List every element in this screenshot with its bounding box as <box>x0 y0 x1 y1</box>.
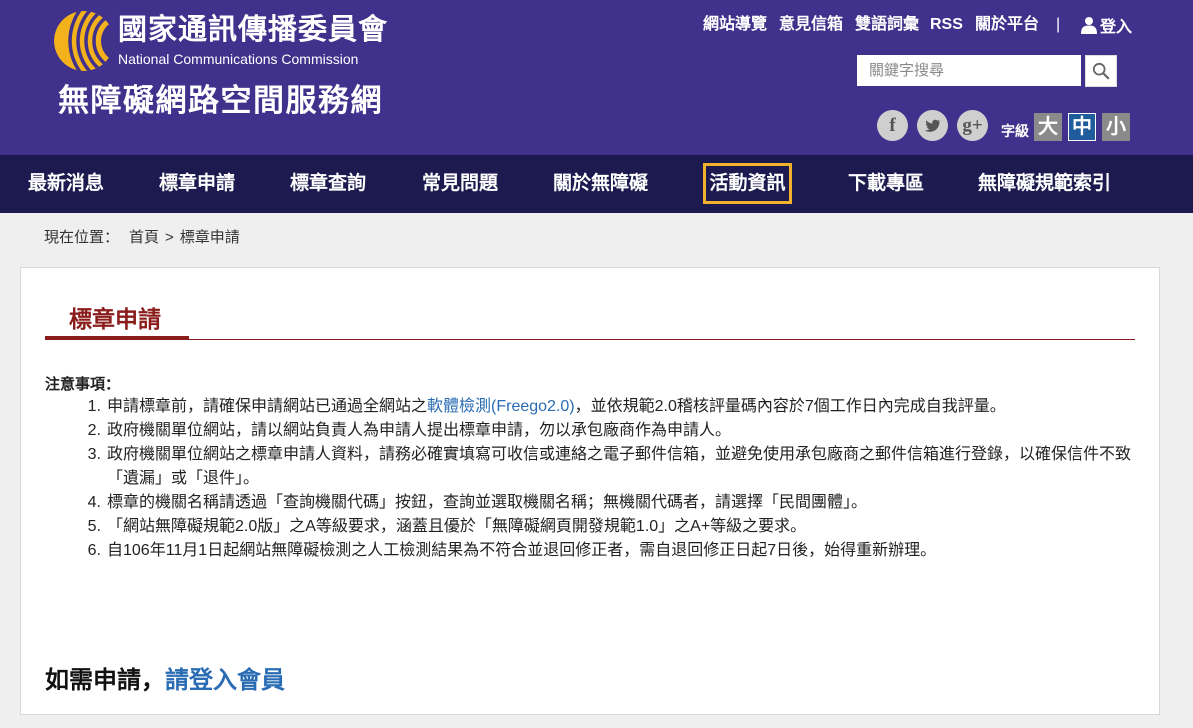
notice-number: 2. <box>87 422 101 439</box>
notice-item: 3. 政府機關單位網站之標章申請人資料，請務必確實填寫可收信或連絡之電子郵件信箱… <box>45 443 1145 491</box>
main-nav: 最新消息 標章申請 標章查詢 常見問題 關於無障礙 活動資訊 下載專區 無障礙規… <box>0 155 1193 213</box>
notice-text-after: ，並依規範2.0稽核評量碼內容於7個工作日內完成自我評量。 <box>574 398 1006 415</box>
ncc-logo-icon <box>54 11 114 71</box>
font-size-medium-button[interactable]: 中 <box>1068 113 1096 141</box>
login-link[interactable]: 登入 <box>1080 13 1132 37</box>
notice-text: 自106年11月1日起網站無障礙檢測之人工檢測結果為不符合並退回修正者，需自退回… <box>107 542 937 559</box>
breadcrumb-current: 標章申請 <box>179 229 240 246</box>
notice-item: 2. 政府機關單位網站，請以網站負責人為申請人提出標章申請，勿以承包廠商作為申請… <box>45 419 1145 443</box>
top-link-rss[interactable]: RSS <box>930 14 963 36</box>
notice-item: 5. 「網站無障礙規範2.0版」之A等級要求，涵蓋且優於「無障礙網頁開發規範1.… <box>45 515 1145 539</box>
notice-number: 3. <box>87 446 101 463</box>
main-content: 標章申請 注意事項： 1. 申請標章前，請確保申請網站已通過全網站之軟體檢測(F… <box>20 267 1160 715</box>
notice-number: 6. <box>87 542 101 559</box>
top-link-feedback[interactable]: 意見信箱 <box>779 14 843 36</box>
nav-item-badge-search[interactable]: 標章查詢 <box>290 155 366 213</box>
notice-text: 「網站無障礙規範2.0版」之A等級要求，涵蓋且優於「無障礙網頁開發規範1.0」之… <box>107 518 807 535</box>
top-link-separator: | <box>1056 16 1061 33</box>
notice-item: 6. 自106年11月1日起網站無障礙檢測之人工檢測結果為不符合並退回修正者，需… <box>45 539 1145 563</box>
font-size-large-button[interactable]: 大 <box>1034 113 1062 141</box>
twitter-icon <box>924 119 941 132</box>
title-underline <box>45 336 189 340</box>
notice-text: 標章的機關名稱請透過「查詢機關代碼」按鈕，查詢並選取機關名稱；無機關代碼者，請選… <box>107 494 868 511</box>
breadcrumb-prefix: 現在位置： <box>44 229 120 246</box>
breadcrumb-home-link[interactable]: 首頁 <box>129 228 159 248</box>
font-size-small-button[interactable]: 小 <box>1102 113 1130 141</box>
google-plus-icon: g+ <box>962 115 983 136</box>
notice-item: 4. 標章的機關名稱請透過「查詢機關代碼」按鈕，查詢並選取機關名稱；無機關代碼者… <box>45 491 1145 515</box>
freego-link[interactable]: 軟體檢測(Freego2.0) <box>427 398 575 415</box>
notice-item: 1. 申請標章前，請確保申請網站已通過全網站之軟體檢測(Freego2.0)，並… <box>45 395 1145 419</box>
notice-text-before: 申請標章前，請確保申請網站已通過全網站之 <box>107 398 428 415</box>
notice-heading: 注意事項： <box>45 376 121 393</box>
apply-text: 如需申請， <box>45 667 165 694</box>
org-name-en: National Communications Commission <box>118 51 359 67</box>
notice-text: 政府機關單位網站，請以網站負責人為申請人提出標章申請，勿以承包廠商作為申請人。 <box>107 422 732 439</box>
member-login-link[interactable]: 請登入會員 <box>165 667 285 694</box>
top-link-sitemap[interactable]: 網站導覽 <box>703 14 767 36</box>
twitter-link[interactable] <box>917 110 948 141</box>
login-label: 登入 <box>1100 19 1133 36</box>
nav-item-faq[interactable]: 常見問題 <box>422 155 498 213</box>
site-header: 國家通訊傳播委員會 National Communications Commis… <box>0 0 1193 155</box>
google-plus-link[interactable]: g+ <box>957 110 988 141</box>
notice-text: 政府機關單位網站之標章申請人資料，請務必確實填寫可收信或連絡之電子郵件信箱，並避… <box>107 446 1132 487</box>
nav-item-events[interactable]: 活動資訊 <box>703 163 792 204</box>
search-button[interactable] <box>1085 55 1117 87</box>
user-icon <box>1081 17 1097 34</box>
nav-item-guideline-index[interactable]: 無障礙規範索引 <box>978 155 1111 213</box>
nav-item-about-accessibility[interactable]: 關於無障礙 <box>553 155 648 213</box>
org-name-zh: 國家通訊傳播委員會 <box>118 14 389 46</box>
home-logo-link[interactable]: 國家通訊傳播委員會 National Communications Commis… <box>0 0 400 130</box>
nav-item-badge-apply[interactable]: 標章申請 <box>159 155 235 213</box>
nav-item-downloads[interactable]: 下載專區 <box>848 155 924 213</box>
notice-text: 申請標章前，請確保申請網站已通過全網站之軟體檢測(Freego2.0)，並依規範… <box>107 395 1141 419</box>
facebook-link[interactable]: f <box>877 110 908 141</box>
page-title: 標章申請 <box>69 306 161 332</box>
apply-prompt: 如需申請，請登入會員 <box>45 666 285 696</box>
search-icon <box>1092 62 1110 80</box>
notice-list: 1. 申請標章前，請確保申請網站已通過全網站之軟體檢測(Freego2.0)，並… <box>45 395 1145 563</box>
notice-number: 5. <box>87 518 101 535</box>
font-size-label: 字級 <box>1001 123 1029 139</box>
notice-number: 4. <box>87 494 101 511</box>
breadcrumb: 現在位置： 首頁 > 標章申請 <box>44 228 240 248</box>
breadcrumb-separator: > <box>165 229 174 246</box>
notice-number: 1. <box>87 398 101 415</box>
search-input[interactable] <box>857 55 1081 86</box>
site-title: 無障礙網路空間服務網 <box>58 83 383 118</box>
nav-item-news[interactable]: 最新消息 <box>28 155 104 213</box>
top-link-glossary[interactable]: 雙語詞彙 <box>855 14 919 36</box>
facebook-icon: f <box>889 115 896 136</box>
title-divider <box>45 339 1135 340</box>
top-link-about[interactable]: 關於平台 <box>975 14 1039 36</box>
